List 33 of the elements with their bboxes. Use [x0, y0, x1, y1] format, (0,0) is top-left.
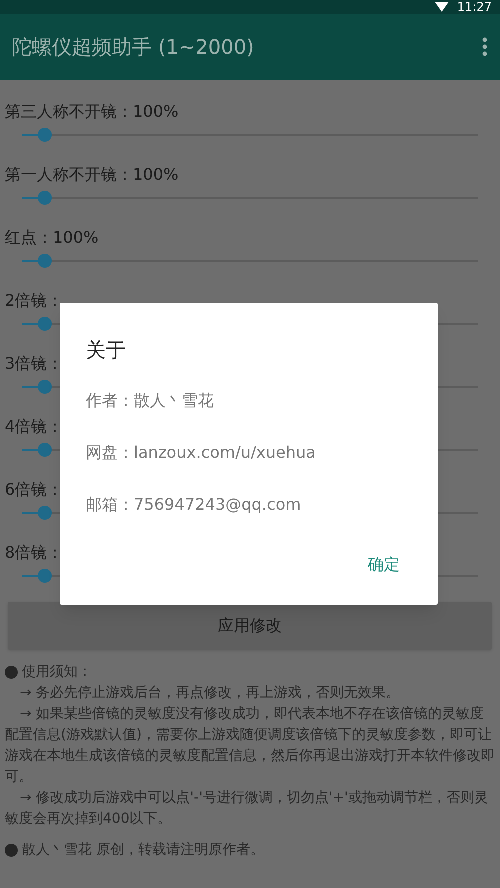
wifi-icon [435, 2, 450, 12]
slider-label: 6倍镜： [4, 479, 64, 501]
note-text: 散人丶雪花 原创，转载请注明原作者。 [22, 841, 264, 860]
slider-label: 第三人称不开镜：100% [4, 101, 179, 123]
slider-thumb[interactable] [38, 506, 52, 520]
dialog-title: 关于 [86, 337, 126, 363]
bullet-icon [5, 844, 18, 857]
status-time: 11:27 [457, 1, 492, 13]
slider-thumb[interactable] [38, 254, 52, 268]
more-menu-icon[interactable] [482, 37, 488, 57]
slider-thumb[interactable] [38, 191, 52, 205]
slider-label: 红点：100% [4, 227, 99, 249]
slider-label: 4倍镜： [4, 416, 64, 438]
note-text: → 如果某些倍镜的灵敏度没有修改成功，即代表本地不存在该倍镜的灵敏度配置信息(游戏默认值)，需要你上游戏随便调度该倍镜下的灵敏度参数，即可让游戏在本地生成该倍镜的灵敏度配置信息，然后你再退出游戏打开本软件修改即可。 [5, 705, 495, 787]
bullet-icon [5, 666, 18, 679]
note-text: 使用须知： [22, 663, 92, 682]
confirm-button[interactable]: 确定 [360, 549, 408, 581]
slider-label: 3倍镜： [4, 353, 64, 375]
slider-thumb[interactable] [38, 380, 52, 394]
apply-button[interactable]: 应用修改 [8, 602, 492, 650]
dialog-text: 作者：散人丶雪花 [86, 390, 214, 412]
app-title: 陀螺仪超频助手 (1~2000) [12, 34, 254, 61]
slider-label: 2倍镜： [4, 290, 64, 312]
dialog-text: 网盘：lanzoux.com/u/xuehua [86, 442, 316, 464]
note-text: → 修改成功后游戏中可以点'-'号进行微调，切勿点'+'或拖动调节栏，否则灵敏度会再次掉到400以下。 [5, 789, 490, 829]
slider-thumb[interactable] [38, 569, 52, 583]
note-text: → 务必先停止游戏后台，再点修改，再上游戏，否则无效果。 [19, 684, 402, 703]
slider-label: 8倍镜： [4, 542, 64, 564]
slider-thumb[interactable] [38, 317, 52, 331]
slider-thumb[interactable] [38, 128, 52, 142]
slider-label: 第一人称不开镜：100% [4, 164, 179, 186]
dialog-text: 邮箱：756947243@qq.com [86, 494, 302, 516]
slider-thumb[interactable] [38, 443, 52, 457]
